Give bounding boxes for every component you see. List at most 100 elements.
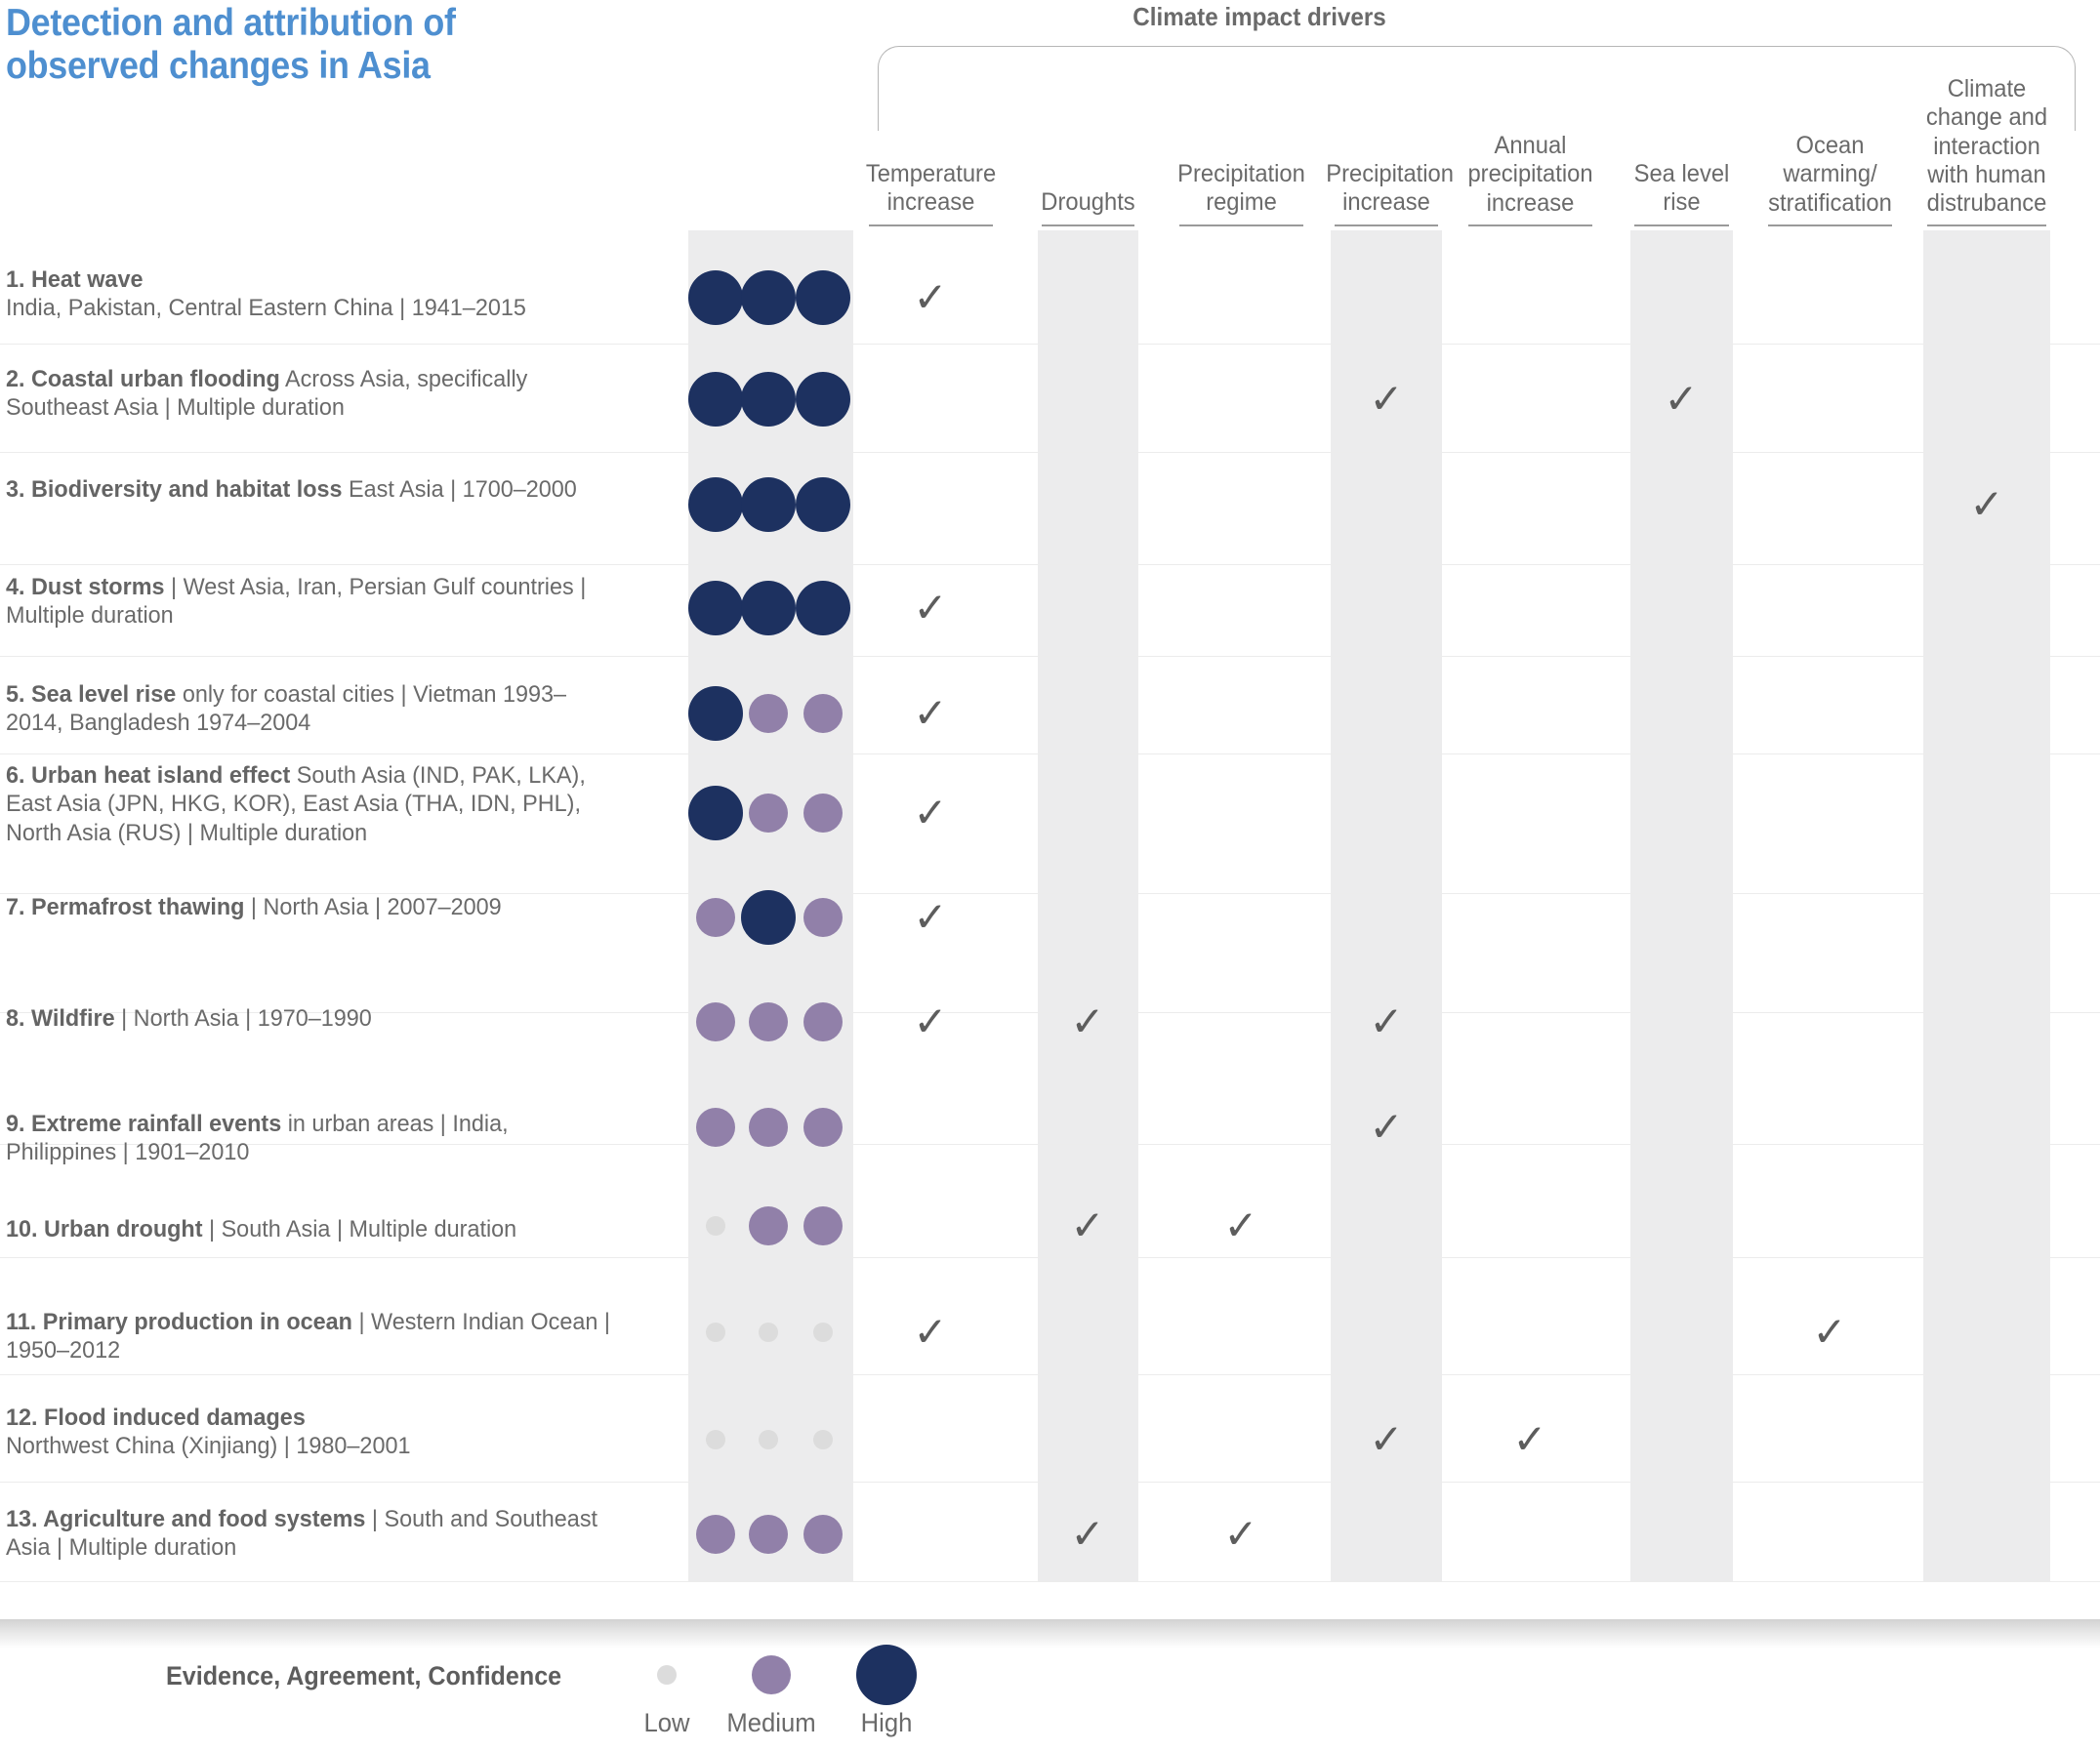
- driver-header: Precipitation regime: [1176, 160, 1305, 217]
- driver-checkmark: ✓: [913, 273, 948, 321]
- page-title: Detection and attribution of observed ch…: [6, 2, 456, 87]
- eac-dot-agreement: [741, 477, 796, 532]
- eac-dot-confidence: [803, 1108, 843, 1147]
- driver-checkmark: ✓: [1812, 1308, 1847, 1356]
- driver-checkmark: ✓: [1369, 998, 1404, 1045]
- row-separator: [0, 1257, 2100, 1259]
- row-label-name: 12. Flood induced damages: [6, 1405, 306, 1431]
- row-label-name: 7. Permafrost thawing: [6, 894, 245, 920]
- detection-attribution-figure: Detection and attribution of observed ch…: [0, 0, 2100, 1751]
- eac-dot-evidence: [688, 477, 743, 532]
- row-label: 13. Agriculture and food systems | South…: [6, 1505, 621, 1563]
- driver-checkmark: ✓: [1223, 1510, 1258, 1558]
- eac-dot-evidence: [706, 1430, 725, 1449]
- driver-checkmark: ✓: [1070, 1201, 1105, 1249]
- row-separator: [0, 656, 2100, 658]
- eac-dot-confidence: [796, 270, 850, 325]
- driver-checkmark: ✓: [913, 893, 948, 941]
- row-label-name: 13. Agriculture and food systems: [6, 1506, 366, 1532]
- eac-dot-evidence: [688, 581, 743, 635]
- driver-header: Annual precipitation increase: [1466, 132, 1593, 217]
- eac-dot-evidence: [696, 898, 735, 937]
- eac-dot-agreement: [749, 1206, 788, 1245]
- row-label: 7. Permafrost thawing | North Asia | 200…: [6, 893, 621, 921]
- eac-dot-confidence: [803, 794, 843, 833]
- eac-dot-confidence: [803, 898, 843, 937]
- eac-dot-confidence: [813, 1323, 833, 1342]
- row-label-detail: | South Asia | Multiple duration: [202, 1216, 517, 1242]
- eac-dot-agreement: [749, 1108, 788, 1147]
- driver-header-rule: [868, 224, 993, 226]
- eac-dot-evidence: [696, 1108, 735, 1147]
- row-separator: [0, 753, 2100, 755]
- driver-header-rule: [1767, 224, 1892, 226]
- row-label: 10. Urban drought | South Asia | Multipl…: [6, 1215, 621, 1243]
- row-label-name: 2. Coastal urban flooding: [6, 366, 280, 392]
- row-separator: [0, 564, 2100, 566]
- eac-dot-confidence: [796, 372, 850, 427]
- eac-dot-confidence: [796, 581, 850, 635]
- row-label-name: 3. Biodiversity and habitat loss: [6, 476, 343, 503]
- row-label-name: 5. Sea level rise: [6, 681, 177, 708]
- driver-checkmark: ✓: [1369, 1103, 1404, 1151]
- eac-dot-agreement: [759, 1323, 778, 1342]
- row-label-detail: East Asia | 1700–2000: [342, 476, 577, 503]
- row-label-name: 6. Urban heat island effect: [6, 762, 291, 789]
- row-label-detail: | North Asia | 1970–1990: [114, 1005, 372, 1032]
- row-label-detail: India, Pakistan, Central Eastern China |…: [6, 295, 526, 322]
- eac-dot-evidence: [706, 1323, 725, 1342]
- driver-checkmark: ✓: [913, 1308, 948, 1356]
- legend-label-medium: Medium: [726, 1708, 816, 1737]
- row-label: 11. Primary production in ocean | Wester…: [6, 1308, 621, 1365]
- driver-header: Climate change and interaction with huma…: [1925, 75, 2048, 217]
- eac-dot-agreement: [741, 581, 796, 635]
- eac-dot-agreement: [741, 372, 796, 427]
- row-label-name: 9. Extreme rainfall events: [6, 1111, 282, 1137]
- row-label-name: 1. Heat wave: [6, 266, 144, 293]
- driver-column-band: [1923, 230, 2050, 1581]
- driver-checkmark: ✓: [1664, 375, 1699, 423]
- eac-dot-agreement: [741, 270, 796, 325]
- driver-header: Precipitation increase: [1326, 160, 1454, 217]
- driver-checkmark: ✓: [1070, 1510, 1105, 1558]
- driver-checkmark: ✓: [1512, 1415, 1547, 1463]
- eac-dot-evidence: [688, 786, 743, 840]
- driver-column-band: [1331, 230, 1442, 1581]
- driver-checkmark: ✓: [1223, 1201, 1258, 1249]
- driver-checkmark: ✓: [1070, 998, 1105, 1045]
- legend-title: Evidence, Agreement, Confidence: [166, 1661, 562, 1690]
- eac-dot-agreement: [759, 1430, 778, 1449]
- eac-dot-agreement: [749, 1515, 788, 1554]
- eac-dot-confidence: [803, 1515, 843, 1554]
- row-label-name: 8. Wildfire: [6, 1005, 115, 1032]
- driver-header: Sea level rise: [1633, 160, 1729, 217]
- row-label: 6. Urban heat island effect South Asia (…: [6, 761, 621, 847]
- eac-dot-agreement: [749, 794, 788, 833]
- row-label-detail: | North Asia | 2007–2009: [244, 894, 502, 920]
- row-separator: [0, 1482, 2100, 1484]
- legend-dot-medium: [752, 1655, 791, 1694]
- eac-dot-agreement: [749, 1002, 788, 1041]
- eac-dot-agreement: [741, 890, 796, 945]
- eac-dot-evidence: [696, 1515, 735, 1554]
- driver-header: Ocean warming/ stratification: [1767, 132, 1892, 217]
- driver-checkmark: ✓: [1969, 480, 2004, 528]
- legend-gradient-band: [0, 1619, 2100, 1649]
- driver-checkmark: ✓: [913, 584, 948, 631]
- driver-header-rule: [1041, 224, 1134, 226]
- driver-checkmark: ✓: [1369, 1415, 1404, 1463]
- driver-checkmark: ✓: [913, 789, 948, 836]
- eac-dot-confidence: [803, 1206, 843, 1245]
- eac-dot-evidence: [696, 1002, 735, 1041]
- legend-dot-high: [856, 1645, 917, 1705]
- legend-label-high: High: [860, 1708, 913, 1737]
- driver-header-rule: [1633, 224, 1729, 226]
- eac-dot-agreement: [749, 694, 788, 733]
- driver-header: Droughts: [1040, 188, 1135, 216]
- driver-column-band: [1037, 230, 1138, 1581]
- eac-dot-confidence: [813, 1430, 833, 1449]
- eac-dot-evidence: [688, 686, 743, 741]
- eac-dot-confidence: [796, 477, 850, 532]
- row-label: 3. Biodiversity and habitat loss East As…: [6, 475, 621, 504]
- row-separator: [0, 1581, 2100, 1583]
